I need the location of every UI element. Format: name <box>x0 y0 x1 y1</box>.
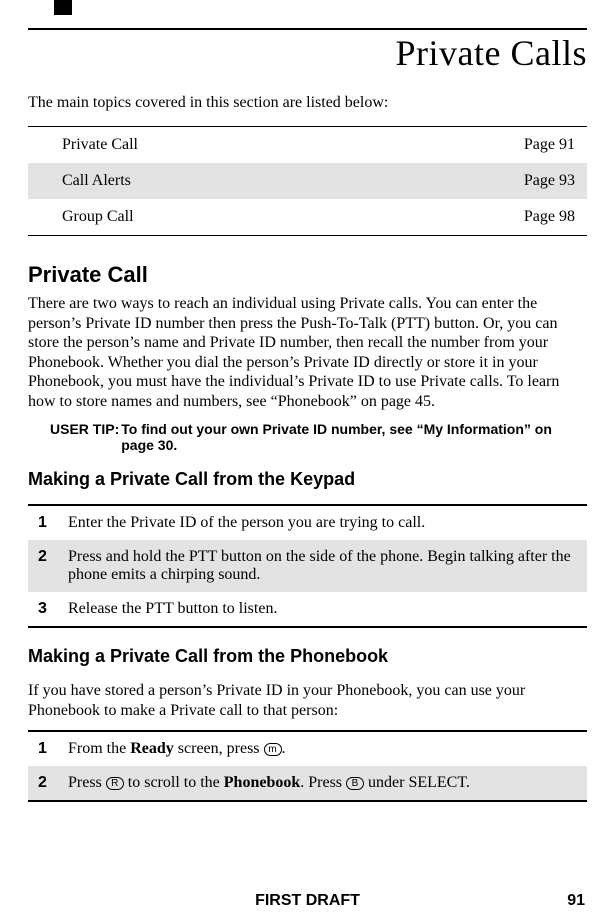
topic-page: Page 93 <box>487 163 587 199</box>
steps-keypad: 1Enter the Private ID of the person you … <box>28 504 587 628</box>
topic-label: Private Call <box>28 127 487 164</box>
table-row: 2Press and hold the PTT button on the si… <box>28 540 587 592</box>
step-text: Press R to scroll to the Phonebook. Pres… <box>58 766 587 801</box>
table-row: 2Press R to scroll to the Phonebook. Pre… <box>28 766 587 801</box>
key-icon: R <box>106 777 124 790</box>
section-heading-private-call: Private Call <box>28 262 587 288</box>
table-row: 1From the Ready screen, press m. <box>28 731 587 766</box>
section-tab-marker <box>54 0 72 15</box>
steps-phonebook: 1From the Ready screen, press m.2Press R… <box>28 730 587 802</box>
user-tip-text: To find out your own Private ID number, … <box>121 421 583 453</box>
step-text: Release the PTT button to listen. <box>58 592 587 627</box>
phonebook-intro: If you have stored a person’s Private ID… <box>28 681 587 720</box>
step-number: 1 <box>28 731 58 766</box>
table-row: Private CallPage 91 <box>28 127 587 164</box>
topics-table: Private CallPage 91Call AlertsPage 93Gro… <box>28 126 587 236</box>
table-row: 3Release the PTT button to listen. <box>28 592 587 627</box>
table-row: 1Enter the Private ID of the person you … <box>28 505 587 540</box>
footer-label: FIRST DRAFT <box>255 892 360 909</box>
bold-text: Ready <box>130 740 174 757</box>
step-number: 2 <box>28 540 58 592</box>
step-text: From the Ready screen, press m. <box>58 731 587 766</box>
step-number: 2 <box>28 766 58 801</box>
private-call-body: There are two ways to reach an individua… <box>28 294 587 411</box>
step-text: Press and hold the PTT button on the sid… <box>58 540 587 592</box>
footer: FIRST DRAFT 91 <box>0 892 615 910</box>
key-icon: B <box>346 777 364 790</box>
bold-text: Phonebook <box>224 774 300 791</box>
topic-page: Page 91 <box>487 127 587 164</box>
page-title: Private Calls <box>28 32 587 74</box>
step-number: 3 <box>28 592 58 627</box>
topic-page: Page 98 <box>487 199 587 236</box>
step-number: 1 <box>28 505 58 540</box>
footer-page-number: 91 <box>567 892 585 910</box>
user-tip: USER TIP: To find out your own Private I… <box>50 421 583 453</box>
user-tip-label: USER TIP: <box>50 421 119 453</box>
table-row: Call AlertsPage 93 <box>28 163 587 199</box>
top-rule <box>28 28 587 30</box>
intro-text: The main topics covered in this section … <box>28 94 587 112</box>
subheading-keypad: Making a Private Call from the Keypad <box>28 469 587 490</box>
topic-label: Call Alerts <box>28 163 487 199</box>
subheading-phonebook: Making a Private Call from the Phonebook <box>28 646 587 667</box>
topic-label: Group Call <box>28 199 487 236</box>
step-text: Enter the Private ID of the person you a… <box>58 505 587 540</box>
key-icon: m <box>264 743 282 756</box>
table-row: Group CallPage 98 <box>28 199 587 236</box>
